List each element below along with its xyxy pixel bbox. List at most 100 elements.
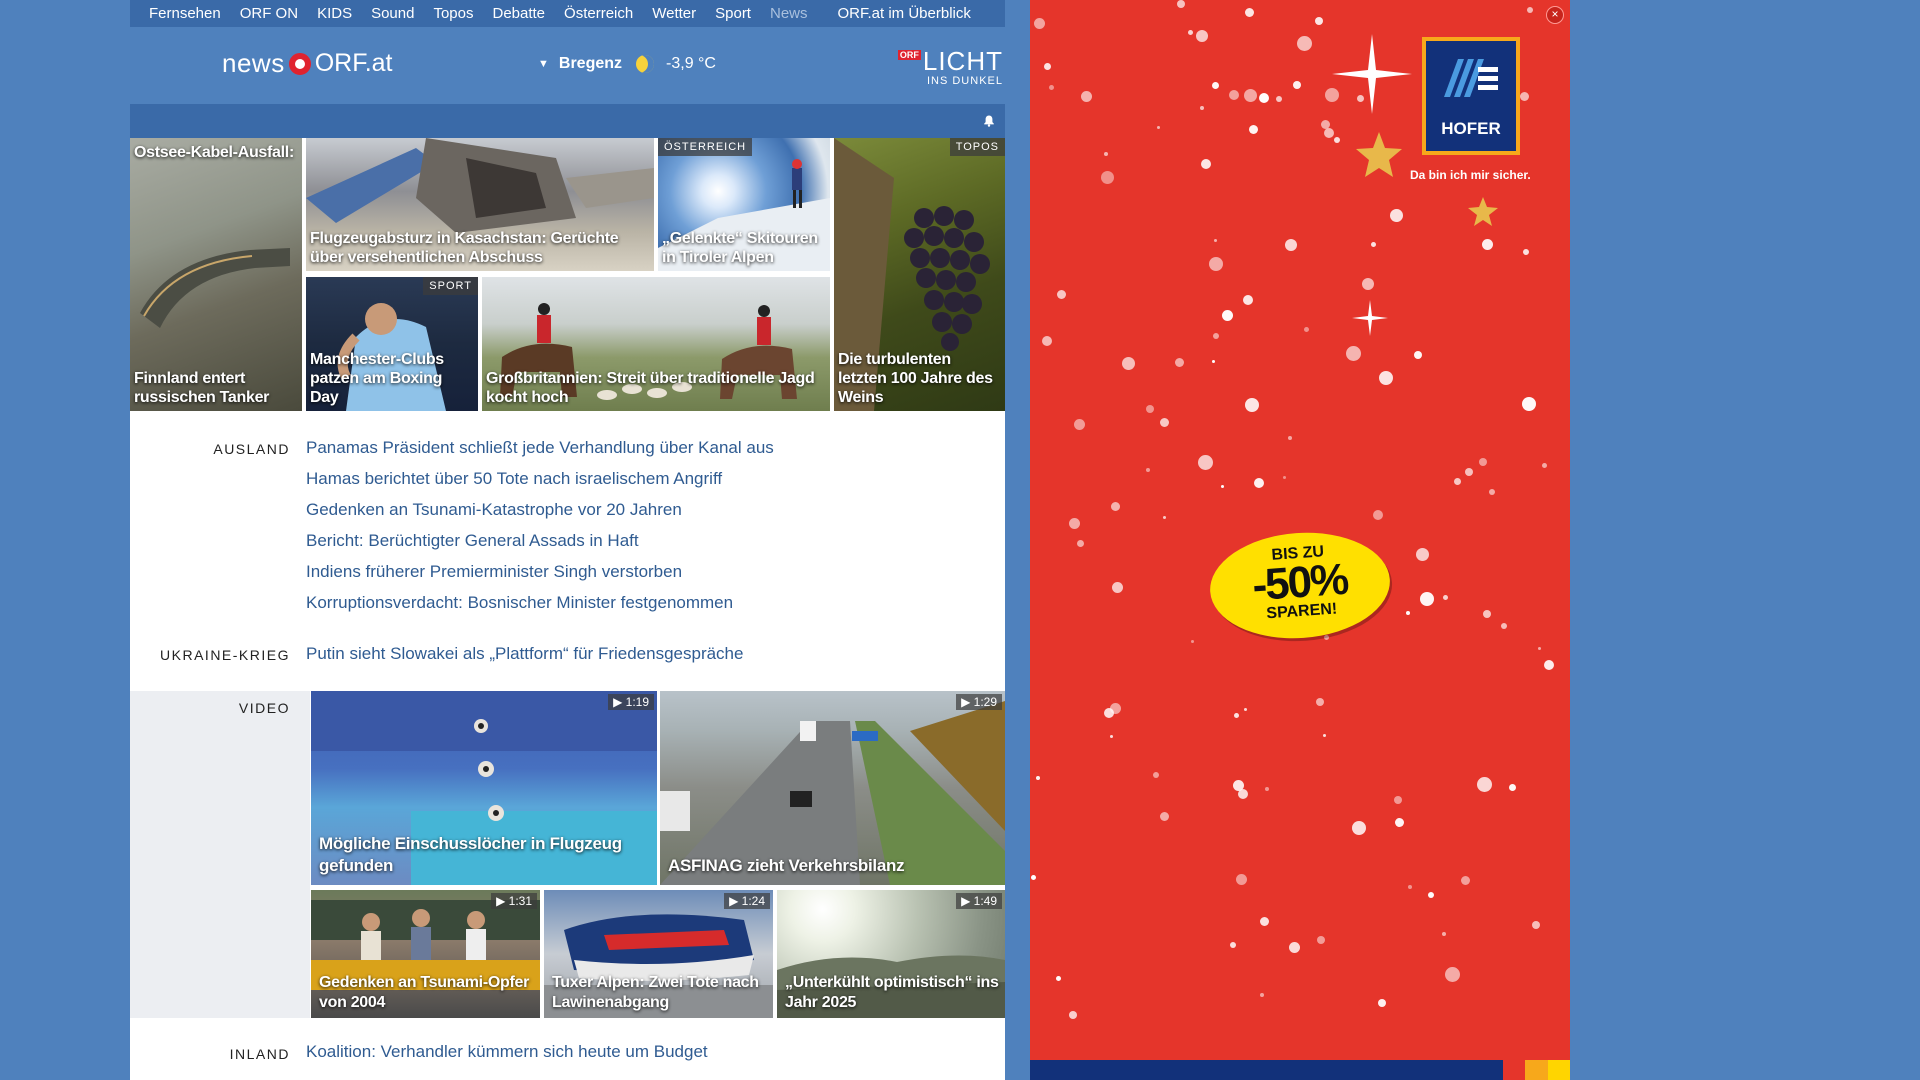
nav-news[interactable]: News — [770, 5, 808, 22]
video-section-background — [130, 691, 310, 1018]
story-tile-title: Großbritannien: Streit über traditionell… — [486, 370, 815, 406]
snowflake — [1362, 278, 1374, 290]
article-link[interactable]: Hamas berichtet über 50 Tote nach israel… — [306, 469, 722, 489]
video-tile-tsunami[interactable]: ▶ 1:31 Gedenken an Tsunami-Opfer von 200… — [311, 890, 540, 1018]
snowflake — [1483, 610, 1491, 618]
video-title: „Unterkühlt optimistisch“ ins Jahr 2025 — [785, 974, 999, 1011]
snowflake — [1044, 63, 1051, 70]
nav-topos[interactable]: Topos — [433, 5, 473, 22]
orf-ring-icon — [288, 52, 311, 75]
video-duration-value: 1:49 — [973, 894, 997, 908]
snowflake — [1443, 595, 1448, 600]
video-duration: ▶ 1:29 — [956, 694, 1002, 710]
snowflake — [1316, 698, 1324, 706]
video-duration-value: 1:29 — [973, 695, 997, 709]
story-tile-tag: ÖSTERREICH — [658, 138, 753, 156]
news-orf-logo[interactable]: news ORF.at — [222, 48, 393, 79]
article-link[interactable]: Bericht: Berüchtigter General Assads in … — [306, 531, 639, 551]
snowflake — [1538, 647, 1541, 650]
story-tile-manchester[interactable]: SPORT Manchester-Clubs patzen am Boxing … — [306, 277, 478, 411]
snowflake — [1034, 18, 1045, 29]
article-link[interactable]: Gedenken an Tsunami-Katastrophe vor 20 J… — [306, 500, 682, 520]
snowflake — [1101, 171, 1114, 184]
article-link[interactable]: Koalition: Verhandler kümmern sich heute… — [306, 1042, 708, 1062]
video-tile-einschussloecher[interactable]: ▶ 1:19 Mögliche Einschusslöcher in Flugz… — [311, 691, 657, 885]
nav-orf-on[interactable]: ORF ON — [240, 5, 298, 22]
footer-color-block — [1525, 1060, 1548, 1080]
snowflake — [1163, 516, 1166, 519]
snowflake — [1304, 327, 1309, 332]
snowflake — [1069, 518, 1080, 529]
snowflake — [1324, 128, 1334, 138]
bell-icon[interactable] — [983, 115, 995, 127]
nav-sport[interactable]: Sport — [715, 5, 751, 22]
nav-fernsehen[interactable]: Fernsehen — [149, 5, 221, 22]
snowflake — [1395, 818, 1404, 827]
story-tile-title: Finnland entert russischen Tanker — [134, 370, 270, 406]
snowflake — [1323, 734, 1326, 737]
close-ad-icon[interactable]: × — [1546, 6, 1564, 24]
story-tile-kasachstan[interactable]: Flugzeugabsturz in Kasachstan: Gerüchte … — [306, 138, 654, 271]
snowflake — [1544, 660, 1554, 670]
snowflake — [1352, 821, 1366, 835]
article-link[interactable]: Korruptionsverdacht: Bosnischer Minister… — [306, 593, 733, 613]
video-title: Gedenken an Tsunami-Opfer von 2004 — [319, 974, 530, 1011]
nav-debatte[interactable]: Debatte — [492, 5, 545, 22]
nav-kids[interactable]: KIDS — [317, 5, 352, 22]
snowflake — [1416, 548, 1429, 561]
snowflake — [1057, 290, 1066, 299]
snowflake — [1532, 921, 1540, 929]
snowflake — [1233, 780, 1244, 791]
video-tile-asfinag[interactable]: ▶ 1:29 ASFINAG zieht Verkehrsbilanz — [660, 691, 1005, 885]
hofer-advertisement[interactable]: × HOFER Da bin ich mir sicher. BIS ZU -5… — [1030, 0, 1570, 1080]
snowflake — [1229, 90, 1239, 100]
story-tile-wein[interactable]: TOPOS Die turbulenten letzten 100 Jahre … — [834, 138, 1005, 411]
snowflake — [1276, 96, 1282, 102]
snowflake — [1477, 777, 1492, 792]
nav-oesterreich[interactable]: Österreich — [564, 5, 633, 22]
video-tile-tuxer-alpen[interactable]: ▶ 1:24 Tuxer Alpen: Zwei Tote nach Lawin… — [544, 890, 773, 1018]
snowflake — [1104, 708, 1114, 718]
story-tile-jagd[interactable]: Großbritannien: Streit über traditionell… — [482, 277, 830, 411]
article-link[interactable]: Indiens früherer Premierminister Singh v… — [306, 562, 682, 582]
footer-color-block — [1548, 1060, 1570, 1080]
story-tile-title: „Gelenkte“ Skitouren in Tiroler Alpen — [662, 230, 818, 266]
weather-widget[interactable]: ▼ Bregenz -3,9 °C — [538, 55, 716, 73]
snowflake — [1153, 772, 1159, 778]
snowflake — [1213, 333, 1219, 339]
snowflake — [1479, 458, 1487, 466]
article-link[interactable]: Putin sieht Slowakei als „Plattform“ für… — [306, 644, 743, 664]
snowflake — [1222, 310, 1233, 321]
snowflake — [1160, 812, 1169, 821]
snowflake — [1527, 7, 1533, 13]
snowflake — [1031, 875, 1036, 880]
licht-ins-dunkel-logo[interactable]: ORF LICHT INS DUNKEL — [897, 48, 1003, 87]
story-tile-tag: SPORT — [423, 277, 478, 295]
story-tile-title: Die turbulenten letzten 100 Jahre des We… — [838, 351, 993, 406]
snowflake — [1482, 239, 1493, 250]
snowflake — [1260, 993, 1264, 997]
snowflake — [1461, 876, 1470, 885]
licht-orf-badge: ORF — [897, 50, 921, 60]
snowflake — [1175, 358, 1184, 367]
snowflake — [1334, 137, 1340, 143]
nav-wetter[interactable]: Wetter — [652, 5, 696, 22]
video-duration-value: 1:31 — [508, 894, 532, 908]
story-tile-skitouren[interactable]: ÖSTERREICH „Gelenkte“ Skitouren in Tirol… — [658, 138, 830, 271]
story-tile-ostsee[interactable]: Ostsee-Kabel-Ausfall: Finnland entert ru… — [130, 138, 302, 411]
snowflake — [1522, 397, 1536, 411]
snowflake — [1454, 478, 1461, 485]
video-title: ASFINAG zieht Verkehrsbilanz — [668, 856, 905, 875]
nav-overview[interactable]: ORF.at im Überblick — [838, 5, 971, 22]
snowflake — [1265, 787, 1269, 791]
discount-badge: BIS ZU -50% SPAREN! — [1206, 526, 1394, 645]
article-link[interactable]: Panamas Präsident schließt jede Verhandl… — [306, 438, 774, 458]
sparkle-star-icon — [1352, 300, 1388, 336]
video-tile-jahr-2025[interactable]: ▶ 1:49 „Unterkühlt optimistisch“ ins Jah… — [777, 890, 1005, 1018]
gold-star-icon — [1468, 197, 1498, 226]
snowflake — [1212, 82, 1219, 89]
gold-star-icon — [1356, 132, 1402, 177]
video-duration: ▶ 1:19 — [608, 694, 654, 710]
snowflake — [1297, 36, 1312, 51]
nav-sound[interactable]: Sound — [371, 5, 414, 22]
